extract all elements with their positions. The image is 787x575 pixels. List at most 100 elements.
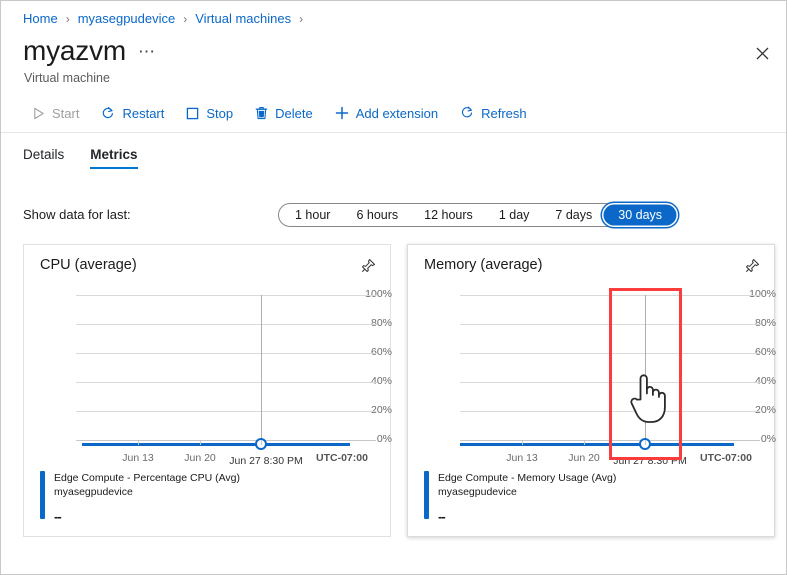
- vm-metrics-blade: Home › myasegpudevice › Virtual machines…: [0, 0, 787, 575]
- time-range-option-7-days[interactable]: 7 days: [542, 206, 605, 224]
- chevron-right-icon: ›: [183, 11, 188, 26]
- restart-button-label: Restart: [122, 105, 165, 121]
- cpu-ytick-20: 20%: [370, 404, 392, 416]
- memory-metric-card: Memory (average) 100% 80% 60% 40% 20% 0%: [407, 244, 776, 537]
- memory-plot-area: 100% 80% 60% 40% 20% 0% Jun 13 Jun 20 Ju…: [408, 285, 776, 467]
- memory-xtickmark: [522, 440, 523, 445]
- cpu-ytick-80: 80%: [370, 317, 392, 329]
- page-subtitle: Virtual machine: [24, 71, 110, 85]
- memory-ytick-60: 60%: [754, 346, 776, 358]
- stop-icon: [186, 107, 199, 120]
- breadcrumb-item-home[interactable]: Home: [23, 11, 58, 26]
- cpu-legend-value: --: [54, 509, 62, 524]
- cpu-timezone-label: UTC-07:00: [316, 452, 368, 464]
- cpu-ytick-60: 60%: [370, 346, 392, 358]
- cpu-xtickmark: [138, 440, 139, 445]
- time-range-option-6-hours[interactable]: 6 hours: [343, 206, 411, 224]
- memory-gridline: [460, 382, 760, 383]
- command-bar: Start Restart Stop Delete Add extension …: [1, 97, 786, 129]
- memory-xtickmark: [584, 440, 585, 445]
- cpu-gridline: [76, 324, 376, 325]
- start-button-label: Start: [52, 105, 80, 121]
- memory-x-axis: [460, 440, 760, 441]
- memory-ytick-20: 20%: [754, 404, 776, 416]
- memory-gridline: [460, 324, 760, 325]
- plus-icon: [335, 106, 349, 120]
- cpu-xtick-jun-20: Jun 20: [184, 452, 216, 464]
- trash-icon: [255, 106, 268, 120]
- refresh-button-label: Refresh: [481, 105, 527, 121]
- time-range-option-12-hours[interactable]: 12 hours: [411, 206, 486, 224]
- memory-ytick-100: 100%: [749, 288, 776, 300]
- chevron-right-icon: ›: [299, 11, 304, 26]
- cpu-gridline: [76, 382, 376, 383]
- time-range-option-30-days[interactable]: 30 days: [605, 206, 676, 224]
- close-icon[interactable]: [748, 39, 776, 67]
- memory-legend-series-name: Edge Compute - Memory Usage (Avg): [438, 471, 617, 484]
- cpu-legend: Edge Compute - Percentage CPU (Avg) myas…: [40, 470, 240, 524]
- add-extension-button[interactable]: Add extension: [326, 99, 447, 127]
- cpu-xtickmark: [200, 440, 201, 445]
- command-bar-divider: [1, 132, 786, 133]
- memory-ytick-80: 80%: [754, 317, 776, 329]
- memory-xtick-jun-20: Jun 20: [568, 452, 600, 464]
- start-button[interactable]: Start: [23, 99, 88, 127]
- title-row: myazvm ⋯: [23, 37, 156, 65]
- metrics-cards: CPU (average) 100% 80% 60% 40% 20% 0% Ju…: [23, 244, 776, 537]
- memory-timezone-label: UTC-07:00: [700, 452, 752, 464]
- delete-button[interactable]: Delete: [246, 99, 322, 127]
- refresh-button[interactable]: Refresh: [451, 99, 536, 127]
- cpu-legend-resource: myasegpudevice: [54, 485, 133, 498]
- more-options-button[interactable]: ⋯: [138, 42, 156, 65]
- cpu-ytick-40: 40%: [370, 375, 392, 387]
- tab-details[interactable]: Details: [23, 147, 64, 169]
- refresh-icon: [460, 106, 474, 120]
- cpu-legend-swatch: [40, 470, 45, 519]
- memory-ytick-40: 40%: [754, 375, 776, 387]
- pin-icon[interactable]: [740, 255, 762, 277]
- cpu-card-title: CPU (average): [40, 257, 137, 273]
- breadcrumb-item-device[interactable]: myasegpudevice: [78, 11, 176, 26]
- memory-legend-value: --: [438, 509, 446, 524]
- memory-xtickmark: [645, 440, 646, 445]
- memory-legend: Edge Compute - Memory Usage (Avg) myaseg…: [424, 470, 617, 524]
- memory-series-line: [460, 443, 734, 446]
- cpu-ytick-100: 100%: [365, 288, 392, 300]
- add-extension-button-label: Add extension: [355, 105, 439, 121]
- memory-hover-label: Jun 27 8:30 PM: [613, 455, 687, 467]
- play-icon: [32, 107, 45, 120]
- page-title: myazvm: [23, 35, 127, 66]
- cpu-gridline: [76, 411, 376, 412]
- cpu-series-line: [82, 443, 350, 446]
- breadcrumb-item-virtual-machines[interactable]: Virtual machines: [195, 11, 291, 26]
- cpu-gridline: [76, 295, 376, 296]
- restart-icon: [101, 106, 115, 120]
- tab-metrics[interactable]: Metrics: [90, 147, 138, 169]
- memory-legend-swatch: [424, 470, 429, 519]
- stop-button-label: Stop: [206, 105, 234, 121]
- cpu-legend-series-name: Edge Compute - Percentage CPU (Avg): [54, 471, 240, 484]
- time-range-option-1-day[interactable]: 1 day: [486, 206, 543, 224]
- memory-hover-line: [645, 295, 646, 445]
- memory-legend-resource: myasegpudevice: [438, 485, 517, 498]
- time-range-selector[interactable]: 1 hour 6 hours 12 hours 1 day 7 days 30 …: [278, 203, 680, 227]
- time-range-option-1-hour[interactable]: 1 hour: [282, 206, 343, 224]
- memory-gridline: [460, 411, 760, 412]
- cpu-ytick-0: 0%: [376, 433, 392, 445]
- chevron-right-icon: ›: [65, 11, 70, 26]
- delete-button-label: Delete: [275, 105, 313, 121]
- tab-bar: Details Metrics: [23, 147, 138, 169]
- cpu-hover-line: [261, 295, 262, 445]
- pin-icon[interactable]: [356, 255, 378, 277]
- cpu-x-axis: [76, 440, 376, 441]
- cpu-hover-label: Jun 27 8:30 PM: [229, 455, 303, 467]
- stop-button[interactable]: Stop: [177, 99, 242, 127]
- restart-button[interactable]: Restart: [92, 99, 173, 127]
- memory-gridline: [460, 295, 760, 296]
- memory-card-title: Memory (average): [424, 257, 543, 273]
- cpu-gridline: [76, 353, 376, 354]
- cpu-xtick-jun-13: Jun 13: [122, 452, 154, 464]
- cpu-xtickmark: [261, 440, 262, 445]
- breadcrumb: Home › myasegpudevice › Virtual machines…: [23, 11, 305, 26]
- memory-xtick-jun-13: Jun 13: [506, 452, 538, 464]
